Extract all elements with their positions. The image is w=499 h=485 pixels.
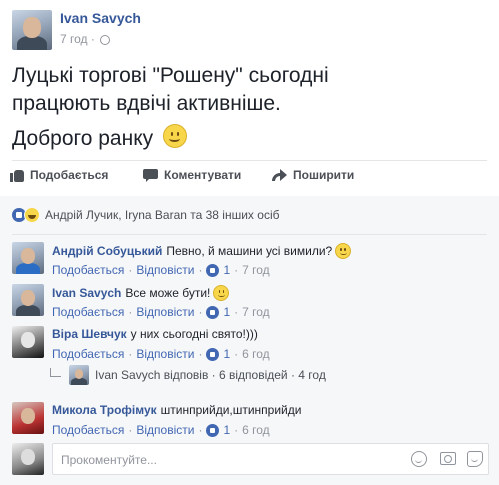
comment-author[interactable]: Віра Шевчук	[52, 327, 127, 341]
sticker-icon[interactable]	[467, 451, 483, 467]
globe-icon	[100, 35, 111, 45]
comment-body: Андрій Собуцький Певно, й машини усі вими…	[52, 243, 352, 259]
comment-reply-link[interactable]: Відповісти	[136, 263, 194, 277]
comment-box[interactable]	[52, 443, 489, 475]
comment-actions: Подобається · Відповісти · 1 · 7 год	[52, 305, 270, 319]
post-text-greeting: Доброго ранку	[12, 127, 154, 150]
comment-label: Коментувати	[164, 168, 242, 182]
replies-summary[interactable]: Ivan Savych відповів · 6 відповідей · 4 …	[95, 368, 326, 382]
comment-like-count[interactable]: 1	[223, 347, 230, 361]
share-icon	[272, 168, 287, 182]
comment-time[interactable]: 6 год	[242, 423, 270, 437]
comment-like-link[interactable]: Подобається	[52, 347, 124, 361]
share-button[interactable]: Поширити	[272, 168, 354, 182]
camera-icon[interactable]	[440, 452, 456, 465]
comment-body: Ivan Savych Все може бути!	[52, 285, 230, 301]
post-time[interactable]: 7 год	[60, 32, 88, 46]
post-meta: 7 год ·	[60, 32, 111, 46]
like-reaction-icon	[206, 263, 220, 277]
like-reaction-icon	[206, 423, 220, 437]
divider	[12, 160, 487, 161]
current-user-avatar	[12, 443, 44, 475]
comment-time[interactable]: 7 год	[242, 263, 270, 277]
post-text-line-1: Луцькі торгові "Рошену" сьогодні	[12, 64, 329, 87]
comment-like-link[interactable]: Подобається	[52, 305, 124, 319]
comment-reply-link[interactable]: Відповісти	[136, 347, 194, 361]
comment-button[interactable]: Коментувати	[143, 168, 241, 182]
post-text-line-3: Доброго ранку	[12, 124, 187, 153]
author-name[interactable]: Ivan Savych	[60, 10, 141, 26]
like-reaction-icon	[206, 305, 220, 319]
smile-emoji	[213, 285, 230, 301]
comment-text: у них сьогодні свято!)))	[130, 327, 258, 341]
comment-like-count[interactable]: 1	[223, 263, 230, 277]
smile-emoji	[162, 124, 187, 148]
commenter-avatar[interactable]	[12, 326, 44, 358]
like-button[interactable]: Подобається	[10, 168, 108, 182]
comment-time[interactable]: 7 год	[242, 305, 270, 319]
reply-arrow-icon	[50, 367, 61, 377]
comment-like-count[interactable]: 1	[223, 305, 230, 319]
haha-reaction-icon	[24, 207, 40, 223]
author-avatar[interactable]	[12, 10, 52, 50]
comment-icon	[143, 168, 158, 182]
comment-text: Все може бути!	[125, 286, 211, 300]
comment-actions: Подобається · Відповісти · 1 · 6 год	[52, 423, 270, 437]
meta-separator: ·	[90, 32, 95, 46]
smile-emoji	[335, 243, 352, 259]
like-icon	[10, 168, 24, 182]
like-label: Подобається	[30, 168, 109, 182]
comment-like-link[interactable]: Подобається	[52, 263, 124, 277]
share-label: Поширити	[293, 168, 355, 182]
comment-time[interactable]: 6 год	[242, 347, 270, 361]
comment-body: Микола Трофімук штинприйди,штинприйди	[52, 403, 301, 417]
comment-like-link[interactable]: Подобається	[52, 423, 124, 437]
comment-author[interactable]: Ivan Savych	[52, 286, 121, 300]
divider	[12, 234, 487, 235]
commenter-avatar[interactable]	[12, 402, 44, 434]
replier-avatar	[69, 365, 89, 385]
comment-body: Віра Шевчук у них сьогодні свято!)))	[52, 327, 258, 341]
reactions-bar: Андрій Лучик, Iryna Baran та 38 інших ос…	[0, 196, 499, 234]
commenter-avatar[interactable]	[12, 284, 44, 316]
reactions-names[interactable]: Андрій Лучик, Iryna Baran та 38 інших ос…	[45, 208, 279, 222]
comment-like-count[interactable]: 1	[223, 423, 230, 437]
post-text-line-2: працюють вдвічі активніше.	[12, 92, 281, 115]
reactions-summary[interactable]: Андрій Лучик, Iryna Baran та 38 інших ос…	[12, 207, 279, 223]
comment-input[interactable]	[59, 448, 393, 472]
comment-reply-link[interactable]: Відповісти	[136, 305, 194, 319]
comment-reply-link[interactable]: Відповісти	[136, 423, 194, 437]
commenter-avatar[interactable]	[12, 242, 44, 274]
comment-text: штинприйди,штинприйди	[160, 403, 302, 417]
comment-actions: Подобається · Відповісти · 1 · 6 год	[52, 347, 270, 361]
comment-author[interactable]: Андрій Собуцький	[52, 244, 162, 258]
comment-text: Певно, й машини усі вимили?	[166, 244, 333, 258]
comment-actions: Подобається · Відповісти · 1 · 7 год	[52, 263, 270, 277]
emoji-icon[interactable]	[411, 451, 427, 467]
facebook-post: Ivan Savych 7 год · Луцькі торгові "Роше…	[0, 0, 499, 485]
view-replies-link[interactable]: Ivan Savych відповів · 6 відповідей · 4 …	[50, 364, 326, 386]
like-reaction-icon	[206, 347, 220, 361]
comment-author[interactable]: Микола Трофімук	[52, 403, 157, 417]
comment-composer	[12, 443, 489, 475]
